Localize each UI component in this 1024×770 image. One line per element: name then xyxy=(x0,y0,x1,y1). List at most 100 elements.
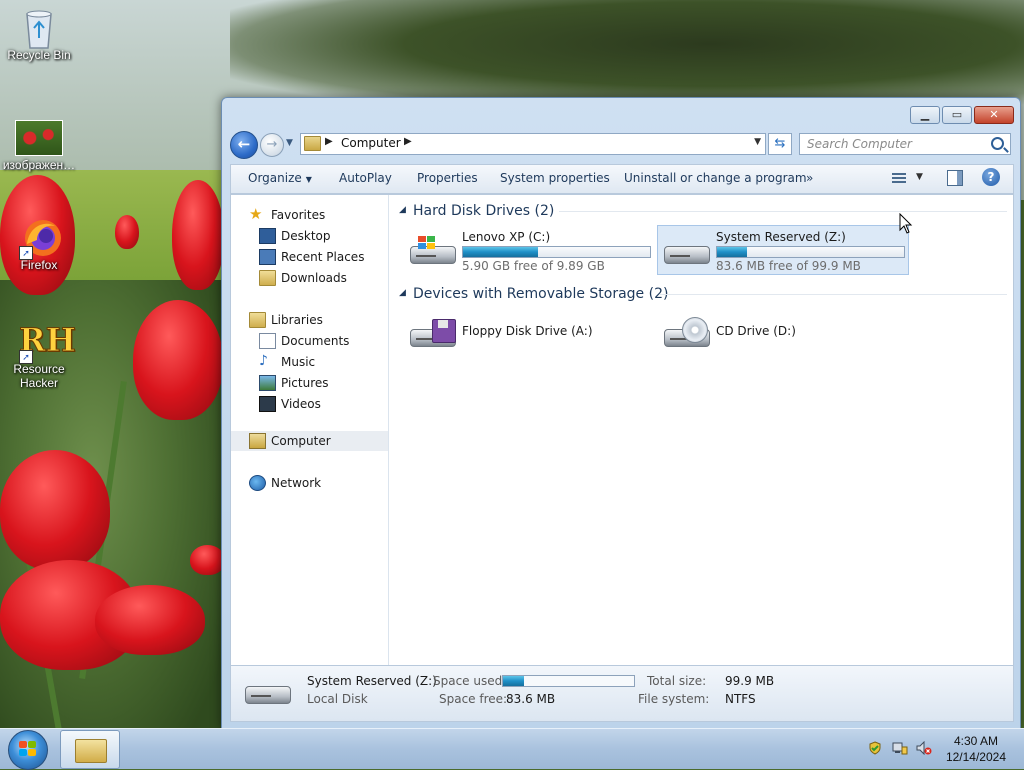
volume-muted-icon[interactable] xyxy=(916,740,932,756)
system-tray xyxy=(862,739,942,759)
view-options-dropdown-icon[interactable]: ▼ xyxy=(916,172,923,182)
group-title: Hard Disk Drives (2) xyxy=(413,203,555,219)
details-drive-type: Local Disk xyxy=(307,692,368,706)
collapse-triangle-icon: ◢ xyxy=(399,288,406,298)
drive-usage-fill xyxy=(463,247,538,257)
taskbar-clock[interactable]: 4:30 AM 12/14/2024 xyxy=(946,733,1006,765)
image-thumbnail-icon xyxy=(15,120,63,156)
change-view-icon[interactable] xyxy=(892,171,906,185)
minimize-icon: ▁ xyxy=(920,108,930,121)
shortcut-arrow-icon: ➚ xyxy=(19,246,33,260)
action-center-icon[interactable] xyxy=(868,741,882,755)
nav-network[interactable]: Network xyxy=(241,473,388,493)
pictures-icon xyxy=(259,375,276,391)
nav-computer[interactable]: Computer xyxy=(231,431,388,451)
uninstall-program-button[interactable]: Uninstall or change a program xyxy=(624,171,807,185)
nav-desktop[interactable]: Desktop xyxy=(241,226,388,246)
nav-label: Libraries xyxy=(271,313,323,327)
nav-videos[interactable]: Videos xyxy=(241,394,388,414)
drive-name: Lenovo XP (C:) xyxy=(462,230,551,244)
group-header-hard-disk-drives[interactable]: ◢ Hard Disk Drives (2) xyxy=(399,201,1011,221)
drive-tile-z[interactable]: System Reserved (Z:) 83.6 MB free of 99.… xyxy=(657,225,909,275)
desktop-icon-label: Firefox xyxy=(20,258,58,272)
desktop-icon-firefox[interactable]: ➚ Firefox xyxy=(1,216,77,272)
desktop-icon-image[interactable]: изображен… xyxy=(1,120,77,172)
close-icon: ✕ xyxy=(989,108,999,121)
computer-icon xyxy=(249,433,266,449)
search-input[interactable]: Search Computer xyxy=(799,133,1011,155)
nav-label: Recent Places xyxy=(281,250,365,264)
navigation-row: ← → ▼ ▶ Computer ▶ ▼ ⇆ Search Computer xyxy=(230,131,1012,159)
maximize-icon: ▭ xyxy=(951,108,963,121)
drive-tile-cd[interactable]: CD Drive (D:) xyxy=(657,308,909,358)
drive-free-space: 5.90 GB free of 9.89 GB xyxy=(462,259,605,273)
group-title: Devices with Removable Storage (2) xyxy=(413,286,669,302)
group-header-removable-storage[interactable]: ◢ Devices with Removable Storage (2) xyxy=(399,284,1011,304)
properties-button[interactable]: Properties xyxy=(417,171,478,185)
file-view: ◢ Hard Disk Drives (2) Lenovo XP (C:) 5.… xyxy=(391,195,1013,665)
details-file-system-value: NTFS xyxy=(725,692,756,706)
desktop-icon-resource-hacker[interactable]: RH ➚ Resource Hacker xyxy=(1,320,77,391)
desktop-icon-recycle-bin[interactable]: Recycle Bin xyxy=(1,6,77,62)
breadcrumb-arrow-icon[interactable]: ▶ xyxy=(404,136,412,147)
drive-usage-bar xyxy=(462,246,651,258)
details-pane: System Reserved (Z:) Local Disk Space us… xyxy=(230,665,1014,722)
details-file-system-label: File system: xyxy=(638,692,710,706)
drive-tile-c[interactable]: Lenovo XP (C:) 5.90 GB free of 9.89 GB xyxy=(403,225,655,275)
nav-favorites[interactable]: ★ Favorites xyxy=(241,205,388,225)
nav-pictures[interactable]: Pictures xyxy=(241,373,388,393)
nav-documents[interactable]: Documents xyxy=(241,331,388,351)
nav-label: Music xyxy=(281,355,316,369)
caption-buttons: ▁ ▭ ✕ xyxy=(908,106,1014,124)
organize-label: Organize xyxy=(248,171,302,185)
nav-label: Desktop xyxy=(281,229,331,243)
drive-name: CD Drive (D:) xyxy=(716,324,796,338)
maximize-button[interactable]: ▭ xyxy=(942,106,972,124)
close-button[interactable]: ✕ xyxy=(974,106,1014,124)
nav-downloads[interactable]: Downloads xyxy=(241,268,388,288)
address-dropdown-icon[interactable]: ▼ xyxy=(754,137,761,147)
refresh-button[interactable]: ⇆ xyxy=(768,133,792,155)
nav-recent-places[interactable]: Recent Places xyxy=(241,247,388,267)
system-properties-button[interactable]: System properties xyxy=(500,171,610,185)
chevron-down-icon: ▼ xyxy=(305,175,312,184)
nav-label: Downloads xyxy=(281,271,347,285)
breadcrumb-computer[interactable]: Computer xyxy=(341,136,401,150)
floppy-disk-icon xyxy=(432,319,456,343)
details-space-used-bar xyxy=(502,675,635,687)
music-icon: ♪ xyxy=(259,353,268,369)
help-icon[interactable]: ? xyxy=(982,168,1000,186)
nav-label: Network xyxy=(271,476,322,490)
search-icon[interactable] xyxy=(991,137,1004,150)
downloads-folder-icon xyxy=(259,270,276,286)
group-divider xyxy=(659,294,1007,295)
details-drive-name: System Reserved (Z:) xyxy=(307,674,437,688)
breadcrumb-arrow-icon[interactable]: ▶ xyxy=(325,136,333,147)
start-button[interactable] xyxy=(8,730,48,770)
recent-pages-dropdown[interactable]: ▼ xyxy=(286,138,293,148)
autoplay-button[interactable]: AutoPlay xyxy=(339,171,392,185)
firefox-icon: ➚ xyxy=(19,216,61,260)
taskbar-explorer-button[interactable] xyxy=(60,730,120,769)
network-icon xyxy=(249,475,266,491)
preview-pane-icon[interactable] xyxy=(947,170,963,186)
windows-logo-icon xyxy=(19,741,37,758)
minimize-button[interactable]: ▁ xyxy=(910,106,940,124)
organize-button[interactable]: Organize ▼ xyxy=(248,171,312,185)
group-divider xyxy=(559,211,1007,212)
more-commands-button[interactable]: » xyxy=(806,171,813,185)
nav-label: Favorites xyxy=(271,208,326,222)
back-button[interactable]: ← xyxy=(230,131,258,159)
nav-label: Documents xyxy=(281,334,350,348)
star-icon: ★ xyxy=(249,205,263,223)
network-status-icon[interactable] xyxy=(892,741,908,755)
drive-tile-floppy[interactable]: Floppy Disk Drive (A:) xyxy=(403,308,655,358)
taskbar: 4:30 AM 12/14/2024 xyxy=(0,728,1024,770)
collapse-triangle-icon: ◢ xyxy=(399,205,406,215)
address-bar[interactable]: ▶ Computer ▶ ▼ xyxy=(300,133,766,155)
forward-arrow-icon: → xyxy=(266,137,278,152)
nav-music[interactable]: ♪ Music xyxy=(241,352,388,372)
forward-button[interactable]: → xyxy=(260,133,284,157)
nav-libraries[interactable]: Libraries xyxy=(241,310,388,330)
cd-drive-icon xyxy=(664,317,710,349)
